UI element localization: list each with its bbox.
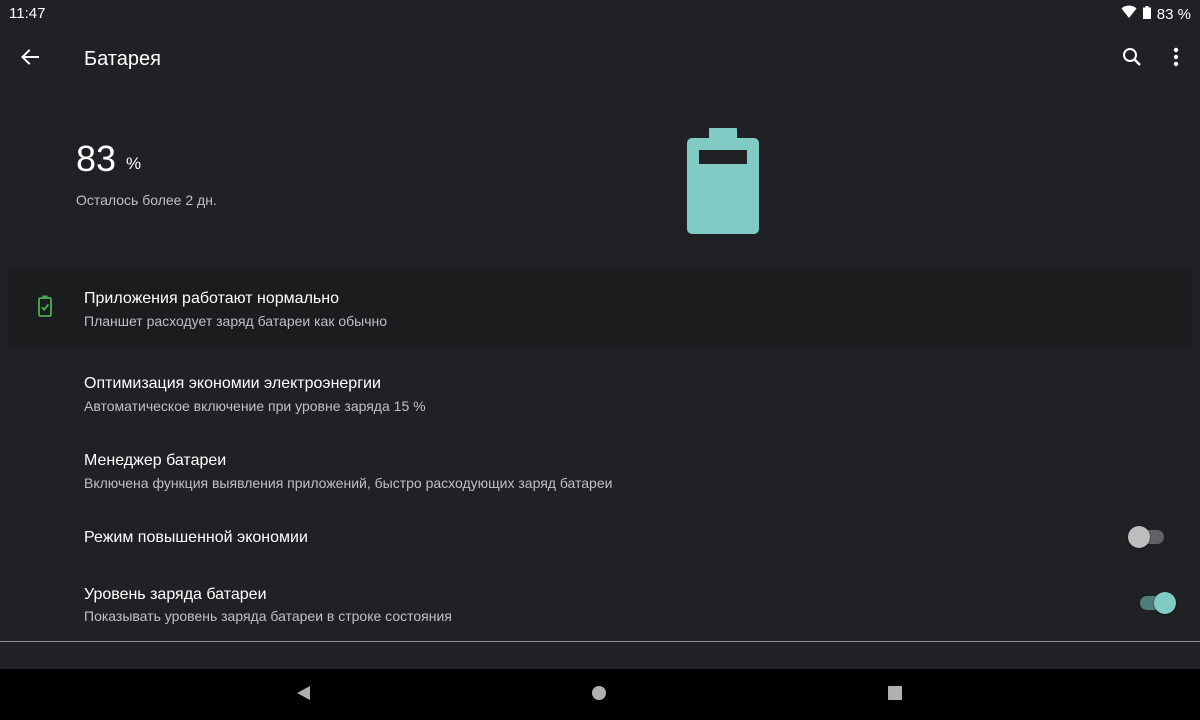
arrow-back-icon bbox=[20, 47, 40, 72]
wifi-icon bbox=[1121, 5, 1137, 23]
battery-percent-value: 83 bbox=[76, 138, 117, 179]
setting-title: Менеджер батареи bbox=[84, 452, 227, 469]
extreme-saving-toggle[interactable] bbox=[1128, 526, 1168, 548]
navigation-bar bbox=[0, 669, 1200, 720]
search-button[interactable] bbox=[1114, 41, 1150, 77]
toggle-thumb bbox=[1128, 526, 1150, 548]
tip-title: Приложения работают нормально bbox=[84, 290, 339, 307]
more-options-button[interactable] bbox=[1158, 41, 1194, 77]
app-bar: Батарея bbox=[0, 28, 1200, 90]
divider bbox=[0, 641, 1200, 642]
back-button[interactable] bbox=[12, 41, 48, 77]
battery-percent-unit: % bbox=[126, 154, 142, 173]
battery-status-icon bbox=[1142, 5, 1151, 23]
battery-check-icon bbox=[38, 295, 52, 322]
status-time: 11:47 bbox=[9, 5, 46, 22]
toggle-thumb bbox=[1154, 592, 1176, 614]
setting-battery-manager[interactable]: Менеджер батареи Включена функция выявле… bbox=[0, 441, 1200, 505]
more-vert-icon bbox=[1173, 47, 1179, 72]
back-triangle-icon bbox=[295, 685, 311, 706]
tip-subtitle: Планшет расходует заряд батареи как обыч… bbox=[84, 313, 388, 329]
setting-subtitle: Автоматическое включение при уровне заря… bbox=[84, 398, 426, 414]
status-battery-text: 83 % bbox=[1156, 5, 1191, 23]
battery-level-toggle[interactable] bbox=[1136, 592, 1176, 614]
setting-title: Режим повышенной экономии bbox=[84, 529, 308, 546]
setting-extreme-saving-mode[interactable]: Режим повышенной экономии bbox=[0, 516, 1200, 560]
setting-power-saving-optimization[interactable]: Оптимизация экономии электроэнергии Авто… bbox=[0, 364, 1200, 428]
status-bar: 11:47 83 % bbox=[0, 0, 1200, 28]
battery-level-icon bbox=[687, 128, 759, 241]
battery-empty-band bbox=[699, 150, 747, 164]
nav-home-button[interactable] bbox=[585, 681, 613, 709]
apps-normal-card[interactable]: Приложения работают нормально Планшет ра… bbox=[8, 269, 1192, 347]
status-icons: 83 % bbox=[1121, 5, 1191, 23]
setting-battery-level-indicator[interactable]: Уровень заряда батареи Показывать уровен… bbox=[0, 575, 1200, 639]
setting-subtitle: Показывать уровень заряда батареи в стро… bbox=[84, 608, 452, 624]
setting-title: Оптимизация экономии электроэнергии bbox=[84, 375, 381, 392]
page-title: Батарея bbox=[84, 48, 161, 70]
recents-square-icon bbox=[887, 685, 903, 706]
nav-recents-button[interactable] bbox=[881, 681, 909, 709]
battery-remaining-text: Осталось более 2 дн. bbox=[76, 192, 217, 208]
home-circle-icon bbox=[591, 685, 607, 706]
nav-back-button[interactable] bbox=[289, 681, 317, 709]
setting-title: Уровень заряда батареи bbox=[84, 586, 267, 603]
setting-subtitle: Включена функция выявления приложений, б… bbox=[84, 475, 613, 491]
search-icon bbox=[1122, 47, 1142, 72]
